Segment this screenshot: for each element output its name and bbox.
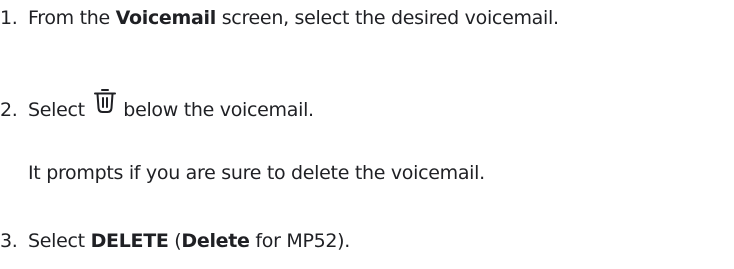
step-text: Select: [28, 99, 91, 121]
step-text: From the: [28, 7, 116, 29]
step-text: below the voicemail.: [117, 99, 314, 121]
step-bold-text: Delete: [181, 230, 250, 252]
step-number: 1.: [0, 7, 18, 29]
step-2-note: It prompts if you are sure to delete the…: [28, 162, 485, 184]
step-text: screen, select the desired voicemail.: [215, 7, 559, 29]
step-text: (: [168, 230, 182, 252]
step-3: 3. Select DELETE (Delete for MP52).: [0, 229, 350, 253]
trash-icon: [93, 88, 117, 114]
step-number: 2.: [0, 99, 18, 121]
step-text: Select: [28, 230, 91, 252]
instruction-list: 1. From the Voicemail screen, select the …: [0, 0, 734, 269]
step-number: 3.: [0, 230, 18, 252]
step-bold-text: DELETE: [90, 230, 169, 252]
step-text: for MP52).: [249, 230, 351, 252]
step-2: 2. Select below the voicemail.: [0, 89, 314, 122]
step-1: 1. From the Voicemail screen, select the …: [0, 6, 559, 30]
step-bold-text: Voicemail: [115, 7, 217, 29]
